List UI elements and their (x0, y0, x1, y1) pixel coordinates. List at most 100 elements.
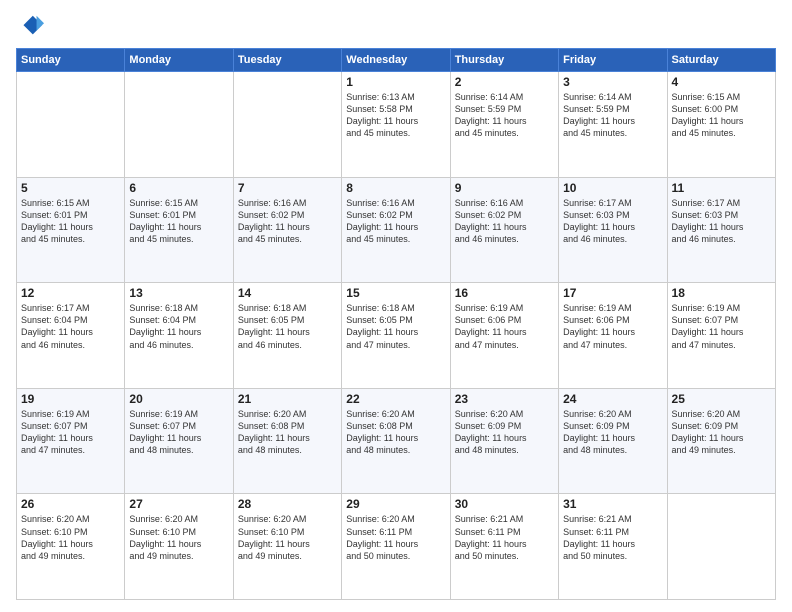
day-number: 27 (129, 497, 228, 511)
day-number: 13 (129, 286, 228, 300)
day-info: Sunrise: 6:16 AM Sunset: 6:02 PM Dayligh… (346, 197, 445, 246)
calendar-cell: 7Sunrise: 6:16 AM Sunset: 6:02 PM Daylig… (233, 177, 341, 283)
day-number: 1 (346, 75, 445, 89)
day-number: 16 (455, 286, 554, 300)
day-info: Sunrise: 6:15 AM Sunset: 6:01 PM Dayligh… (129, 197, 228, 246)
calendar-cell: 5 Sunrise: 6:15 AM Sunset: 6:01 PM Daylig… (17, 177, 125, 283)
weekday-header-thursday: Thursday (450, 49, 558, 72)
calendar-cell: 17 Sunrise: 6:19 AM Sunset: 6:06 PM Dayli… (559, 283, 667, 389)
day-number: 2 (455, 75, 554, 89)
logo (16, 12, 48, 40)
weekday-header-sunday: Sunday (17, 49, 125, 72)
day-number: 26 (21, 497, 120, 511)
calendar-cell: 12Sunrise: 6:17 AM Sunset: 6:04 PM Dayli… (17, 283, 125, 389)
day-number: 11 (672, 181, 771, 195)
day-info: Sunrise: 6:20 AM Sunset: 6:10 PM Dayligh… (129, 513, 228, 562)
day-info: Sunrise: 6:17 AM Sunset: 6:03 PM Dayligh… (672, 197, 771, 246)
calendar-cell: 1 Sunrise: 6:13 AM Sunset: 5:58 PM Daylig… (342, 72, 450, 178)
week-row-0: 1 Sunrise: 6:13 AM Sunset: 5:58 PM Daylig… (17, 72, 776, 178)
day-number: 19 (21, 392, 120, 406)
day-info: Sunrise: 6:19 AM Sunset: 6:07 PM Dayligh… (129, 408, 228, 457)
calendar-cell (17, 72, 125, 178)
day-number: 31 (563, 497, 662, 511)
calendar-cell: 30 Sunrise: 6:21 AM Sunset: 6:11 PM Dayli… (450, 494, 558, 600)
day-info: Sunrise: 6:20 AM Sunset: 6:10 PM Dayligh… (238, 513, 337, 562)
page: SundayMondayTuesdayWednesdayThursdayFrid… (0, 0, 792, 612)
day-info: Sunrise: 6:20 AM Sunset: 6:09 PM Dayligh… (455, 408, 554, 457)
day-info: Sunrise: 6:20 AM Sunset: 6:09 PM Dayligh… (563, 408, 662, 457)
calendar-cell: 21 Sunrise: 6:20 AM Sunset: 6:08 PM Dayli… (233, 388, 341, 494)
day-number: 9 (455, 181, 554, 195)
day-number: 28 (238, 497, 337, 511)
day-info: Sunrise: 6:20 AM Sunset: 6:11 PM Dayligh… (346, 513, 445, 562)
day-number: 17 (563, 286, 662, 300)
day-info: Sunrise: 6:17 AM Sunset: 6:03 PM Dayligh… (563, 197, 662, 246)
calendar-cell: 10 Sunrise: 6:17 AM Sunset: 6:03 PM Dayli… (559, 177, 667, 283)
day-number: 20 (129, 392, 228, 406)
weekday-header-tuesday: Tuesday (233, 49, 341, 72)
calendar: SundayMondayTuesdayWednesdayThursdayFrid… (16, 48, 776, 600)
calendar-cell: 25 Sunrise: 6:20 AM Sunset: 6:09 PM Dayli… (667, 388, 775, 494)
calendar-cell: 18 Sunrise: 6:19 AM Sunset: 6:07 PM Dayli… (667, 283, 775, 389)
day-number: 6 (129, 181, 228, 195)
calendar-cell: 15 Sunrise: 6:18 AM Sunset: 6:05 PM Dayli… (342, 283, 450, 389)
logo-icon (16, 12, 44, 40)
day-info: Sunrise: 6:15 AM Sunset: 6:01 PM Dayligh… (21, 197, 120, 246)
day-info: Sunrise: 6:21 AM Sunset: 6:11 PM Dayligh… (455, 513, 554, 562)
weekday-header-row: SundayMondayTuesdayWednesdayThursdayFrid… (17, 49, 776, 72)
calendar-cell: 8Sunrise: 6:16 AM Sunset: 6:02 PM Daylig… (342, 177, 450, 283)
day-number: 22 (346, 392, 445, 406)
day-number: 15 (346, 286, 445, 300)
day-info: Sunrise: 6:20 AM Sunset: 6:08 PM Dayligh… (238, 408, 337, 457)
calendar-cell: 29 Sunrise: 6:20 AM Sunset: 6:11 PM Dayli… (342, 494, 450, 600)
weekday-header-wednesday: Wednesday (342, 49, 450, 72)
calendar-cell: 28 Sunrise: 6:20 AM Sunset: 6:10 PM Dayli… (233, 494, 341, 600)
day-info: Sunrise: 6:18 AM Sunset: 6:05 PM Dayligh… (238, 302, 337, 351)
day-info: Sunrise: 6:17 AM Sunset: 6:04 PM Dayligh… (21, 302, 120, 351)
day-info: Sunrise: 6:20 AM Sunset: 6:09 PM Dayligh… (672, 408, 771, 457)
calendar-cell: 4Sunrise: 6:15 AM Sunset: 6:00 PM Daylig… (667, 72, 775, 178)
day-number: 30 (455, 497, 554, 511)
day-info: Sunrise: 6:16 AM Sunset: 6:02 PM Dayligh… (238, 197, 337, 246)
calendar-cell (125, 72, 233, 178)
calendar-cell: 9 Sunrise: 6:16 AM Sunset: 6:02 PM Daylig… (450, 177, 558, 283)
day-number: 3 (563, 75, 662, 89)
calendar-cell: 13 Sunrise: 6:18 AM Sunset: 6:04 PM Dayli… (125, 283, 233, 389)
day-number: 5 (21, 181, 120, 195)
day-info: Sunrise: 6:19 AM Sunset: 6:06 PM Dayligh… (563, 302, 662, 351)
day-number: 18 (672, 286, 771, 300)
day-info: Sunrise: 6:16 AM Sunset: 6:02 PM Dayligh… (455, 197, 554, 246)
day-number: 24 (563, 392, 662, 406)
day-number: 10 (563, 181, 662, 195)
day-info: Sunrise: 6:18 AM Sunset: 6:04 PM Dayligh… (129, 302, 228, 351)
calendar-cell: 20 Sunrise: 6:19 AM Sunset: 6:07 PM Dayli… (125, 388, 233, 494)
calendar-cell: 6 Sunrise: 6:15 AM Sunset: 6:01 PM Daylig… (125, 177, 233, 283)
calendar-cell (667, 494, 775, 600)
day-number: 23 (455, 392, 554, 406)
day-info: Sunrise: 6:19 AM Sunset: 6:07 PM Dayligh… (672, 302, 771, 351)
weekday-header-saturday: Saturday (667, 49, 775, 72)
day-number: 29 (346, 497, 445, 511)
calendar-cell: 11 Sunrise: 6:17 AM Sunset: 6:03 PM Dayli… (667, 177, 775, 283)
day-number: 25 (672, 392, 771, 406)
day-info: Sunrise: 6:20 AM Sunset: 6:08 PM Dayligh… (346, 408, 445, 457)
day-info: Sunrise: 6:21 AM Sunset: 6:11 PM Dayligh… (563, 513, 662, 562)
day-number: 14 (238, 286, 337, 300)
calendar-cell: 24 Sunrise: 6:20 AM Sunset: 6:09 PM Dayli… (559, 388, 667, 494)
calendar-cell: 16 Sunrise: 6:19 AM Sunset: 6:06 PM Dayli… (450, 283, 558, 389)
day-info: Sunrise: 6:14 AM Sunset: 5:59 PM Dayligh… (563, 91, 662, 140)
calendar-cell: 26 Sunrise: 6:20 AM Sunset: 6:10 PM Dayli… (17, 494, 125, 600)
day-info: Sunrise: 6:20 AM Sunset: 6:10 PM Dayligh… (21, 513, 120, 562)
calendar-cell: 27 Sunrise: 6:20 AM Sunset: 6:10 PM Dayli… (125, 494, 233, 600)
week-row-1: 5 Sunrise: 6:15 AM Sunset: 6:01 PM Daylig… (17, 177, 776, 283)
calendar-cell: 3 Sunrise: 6:14 AM Sunset: 5:59 PM Daylig… (559, 72, 667, 178)
week-row-3: 19 Sunrise: 6:19 AM Sunset: 6:07 PM Dayli… (17, 388, 776, 494)
weekday-header-friday: Friday (559, 49, 667, 72)
week-row-4: 26 Sunrise: 6:20 AM Sunset: 6:10 PM Dayli… (17, 494, 776, 600)
calendar-cell (233, 72, 341, 178)
day-info: Sunrise: 6:19 AM Sunset: 6:07 PM Dayligh… (21, 408, 120, 457)
day-info: Sunrise: 6:18 AM Sunset: 6:05 PM Dayligh… (346, 302, 445, 351)
day-number: 21 (238, 392, 337, 406)
day-info: Sunrise: 6:13 AM Sunset: 5:58 PM Dayligh… (346, 91, 445, 140)
day-info: Sunrise: 6:19 AM Sunset: 6:06 PM Dayligh… (455, 302, 554, 351)
